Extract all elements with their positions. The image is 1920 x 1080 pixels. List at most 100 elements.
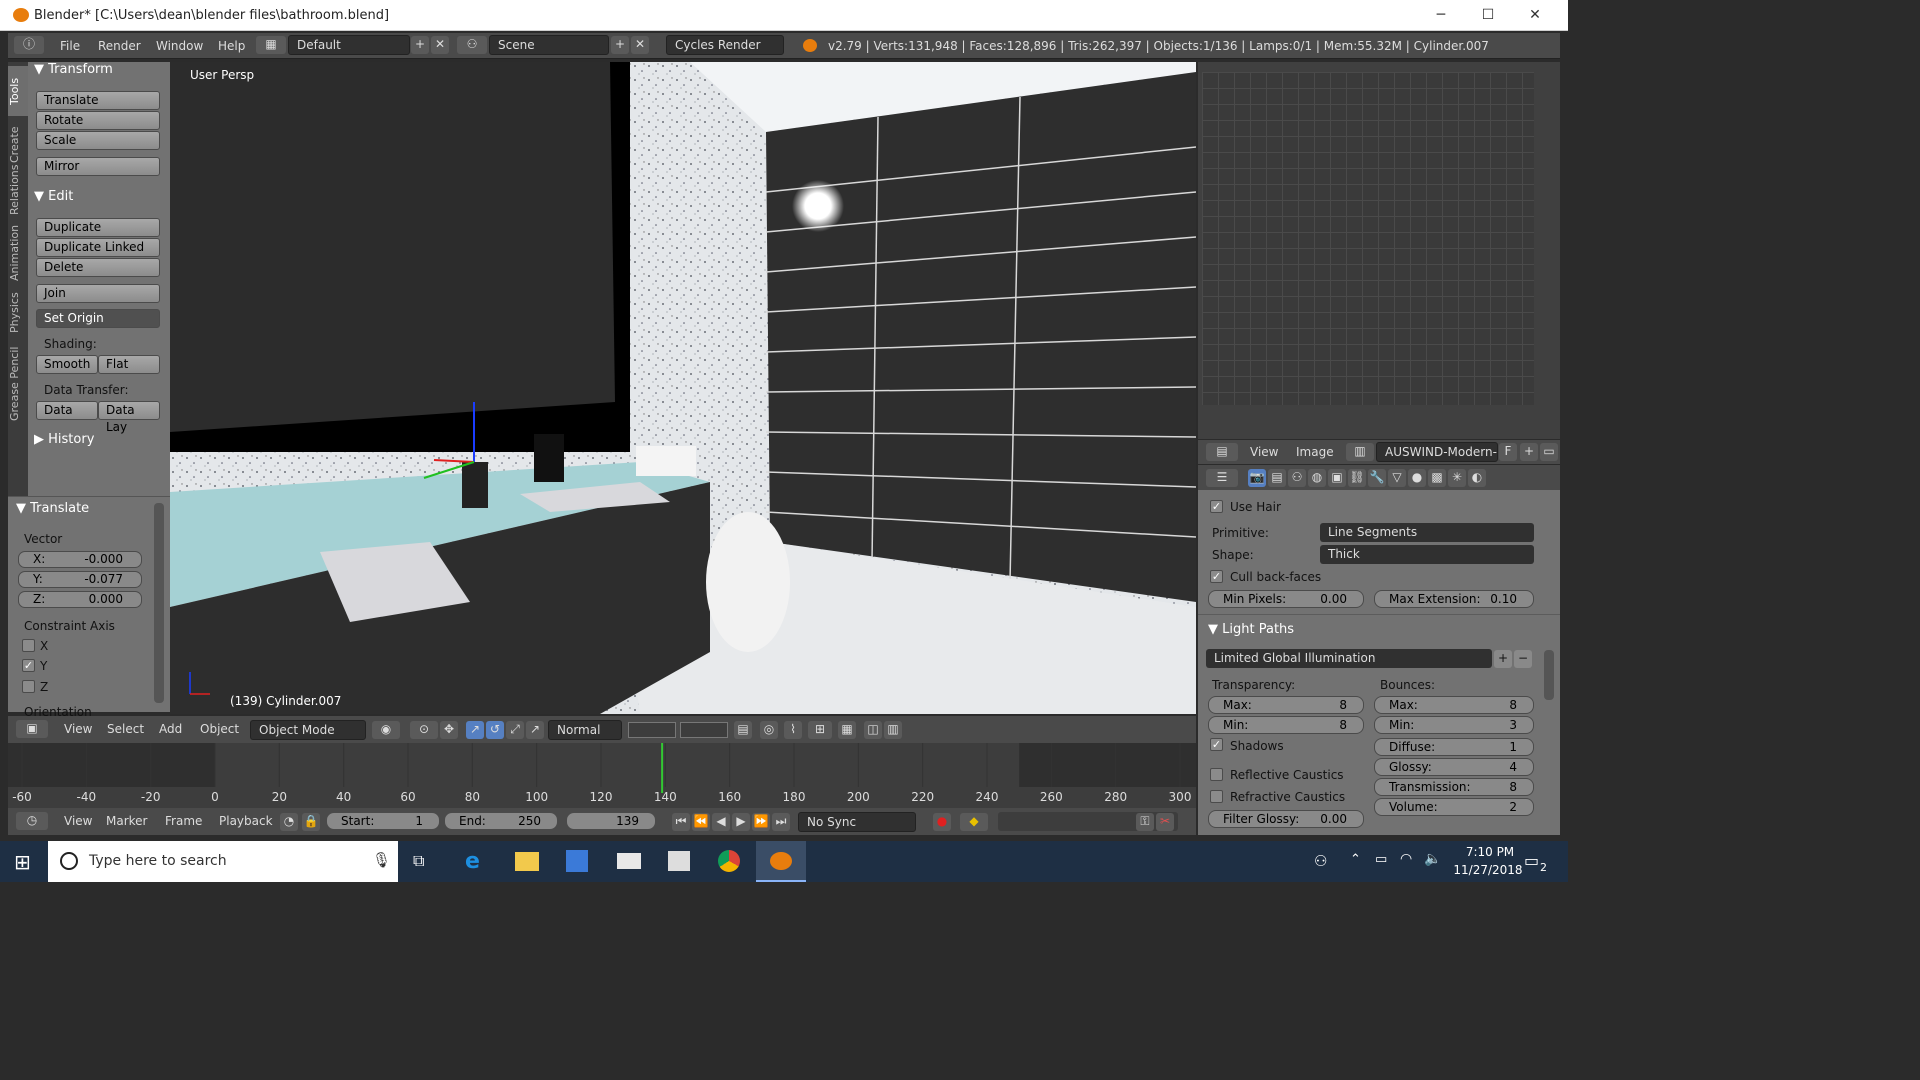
vector-z-field[interactable]: Z: 0.000 <box>18 591 142 608</box>
object-tab-icon[interactable]: ▣ <box>1328 469 1346 487</box>
timeline-area[interactable]: -60 -40 -20 0 20 40 60 80 100 120 140 160 180 200 220 2… <box>8 743 1196 808</box>
prev-keyframe-icon[interactable]: ⏪ <box>692 813 710 831</box>
volume-bounces-field[interactable]: Volume: 2 <box>1374 798 1534 816</box>
history-panel-header[interactable]: ▶ History <box>34 432 94 447</box>
task-view-icon[interactable]: ⧉ <box>413 851 424 871</box>
menu-object[interactable]: Object <box>200 722 239 736</box>
scale-manipulator-icon[interactable]: ⤢ <box>506 721 524 739</box>
volume-icon[interactable]: 🔈 <box>1424 851 1441 867</box>
light-paths-preset-select[interactable]: Limited Global Illumination <box>1206 649 1492 668</box>
menu-view[interactable]: View <box>64 722 92 736</box>
particles-tab-icon[interactable]: ✳ <box>1448 469 1466 487</box>
open-image-icon[interactable]: ▭ <box>1540 443 1558 461</box>
filter-glossy-field[interactable]: Filter Glossy: 0.00 <box>1208 810 1364 828</box>
render-region-icon[interactable]: ▦ <box>838 721 856 739</box>
refractive-caustics-checkbox[interactable] <box>1210 790 1223 803</box>
edit-panel-header[interactable]: ▼ Edit <box>34 189 73 204</box>
duplicate-linked-button[interactable]: Duplicate Linked <box>36 238 160 257</box>
physics-tab-icon[interactable]: ◐ <box>1468 469 1486 487</box>
next-keyframe-icon[interactable]: ⏩ <box>752 813 770 831</box>
battery-icon[interactable]: ▭ <box>1375 852 1387 867</box>
tab-animation[interactable]: Animation <box>8 222 28 284</box>
clock-time[interactable]: 7:10 PM <box>1458 845 1522 859</box>
taskbar-search-box[interactable]: Type here to search 🎙 <box>48 841 398 882</box>
operator-scrollbar[interactable] <box>154 503 164 703</box>
new-image-icon[interactable]: + <box>1520 443 1538 461</box>
show-hidden-icons[interactable]: ⌃ <box>1350 852 1361 867</box>
image-name-field[interactable]: AUSWIND-Modern-... <box>1376 442 1498 462</box>
properties-scrollbar[interactable] <box>1544 650 1554 700</box>
shape-select[interactable]: Thick <box>1320 545 1534 564</box>
light-paths-header[interactable]: ▼ Light Paths <box>1208 622 1294 637</box>
transform-orientation-select[interactable]: Normal <box>548 720 622 740</box>
rotate-button[interactable]: Rotate <box>36 111 160 130</box>
data-button[interactable]: Data <box>36 401 98 420</box>
scene-icon[interactable]: ⚇ <box>457 36 487 54</box>
opengl-animation-icon[interactable]: ▥ <box>884 721 902 739</box>
minimize-button[interactable]: ─ <box>1418 0 1464 31</box>
menu-frame[interactable]: Frame <box>165 814 202 828</box>
layers-grid-1[interactable] <box>628 722 676 738</box>
menu-render[interactable]: Render <box>98 39 141 53</box>
jump-end-icon[interactable]: ⏭ <box>772 813 790 831</box>
mail-icon[interactable] <box>617 853 641 869</box>
clock-date[interactable]: 11/27/2018 <box>1448 863 1528 877</box>
menu-window[interactable]: Window <box>156 39 203 53</box>
menu-image-view[interactable]: View <box>1250 445 1278 459</box>
menu-marker[interactable]: Marker <box>106 814 147 828</box>
tab-tools[interactable]: Tools <box>8 66 28 116</box>
people-icon[interactable]: ⚇ <box>1314 852 1327 870</box>
snap-element-icon[interactable]: ⊞ <box>808 721 832 739</box>
menu-file[interactable]: File <box>60 39 80 53</box>
smooth-button[interactable]: Smooth <box>36 355 98 374</box>
use-hair-checkbox[interactable]: ✓ <box>1210 500 1223 513</box>
constraint-y-checkbox[interactable]: ✓ <box>22 659 35 672</box>
file-explorer-icon[interactable] <box>515 852 539 871</box>
3d-viewport[interactable]: User Persp (139) Cylinder.007 <box>170 62 1196 714</box>
chrome-icon[interactable] <box>718 850 740 872</box>
add-scene-icon[interactable]: + <box>611 36 629 54</box>
render-engine-select[interactable]: Cycles Render <box>666 35 784 55</box>
snap-icon[interactable]: ⌇ <box>784 721 802 739</box>
action-center-icon[interactable]: ▭ <box>1524 851 1539 870</box>
transparency-min-field[interactable]: Min: 8 <box>1208 716 1364 734</box>
record-icon[interactable]: ● <box>933 813 951 831</box>
fake-user-button[interactable]: F <box>1499 443 1517 461</box>
texture-tab-icon[interactable]: ▩ <box>1428 469 1446 487</box>
flat-button[interactable]: Flat <box>98 355 160 374</box>
windows-start-icon[interactable]: ⊞ <box>14 850 31 874</box>
preview-range-icon[interactable]: ◔ <box>280 813 298 831</box>
keying-set-icon[interactable]: ◆ <box>960 813 988 831</box>
bounces-max-field[interactable]: Max: 8 <box>1374 696 1534 714</box>
data-layout-button[interactable]: Data Lay <box>98 401 160 434</box>
layer-toggle-icon[interactable]: ▤ <box>734 721 752 739</box>
browse-image-icon[interactable]: ▥ <box>1346 443 1374 461</box>
store-icon[interactable] <box>566 850 588 872</box>
set-origin-select[interactable]: Set Origin <box>36 309 160 328</box>
properties-editor-icon[interactable]: ☰ <box>1206 469 1238 487</box>
primitive-select[interactable]: Line Segments <box>1320 523 1534 542</box>
menu-timeline-view[interactable]: View <box>64 814 92 828</box>
data-tab-icon[interactable]: ▽ <box>1388 469 1406 487</box>
translate-button[interactable]: Translate <box>36 91 160 110</box>
current-frame-field[interactable]: 139 <box>566 812 656 830</box>
transform-orientation-icon[interactable]: ↗ <box>526 721 544 739</box>
sync-mode-select[interactable]: No Sync <box>798 812 916 832</box>
movies-icon[interactable] <box>668 851 690 871</box>
rotate-manipulator-icon[interactable]: ↺ <box>486 721 504 739</box>
delete-button[interactable]: Delete <box>36 258 160 277</box>
scene-field[interactable]: Scene <box>489 35 609 55</box>
tab-physics[interactable]: Physics <box>8 288 28 338</box>
min-pixels-field[interactable]: Min Pixels: 0.00 <box>1208 590 1364 608</box>
constraint-z-checkbox[interactable] <box>22 680 35 693</box>
material-tab-icon[interactable]: ● <box>1408 469 1426 487</box>
remove-scene-icon[interactable]: ✕ <box>631 36 649 54</box>
edge-browser-icon[interactable]: e <box>465 849 480 874</box>
vector-x-field[interactable]: X: -0.000 <box>18 551 142 568</box>
transmission-bounces-field[interactable]: Transmission: 8 <box>1374 778 1534 796</box>
image-editor-type-icon[interactable]: ▤ <box>1206 443 1238 461</box>
play-icon[interactable]: ▶ <box>732 813 750 831</box>
image-editor[interactable] <box>1198 62 1560 439</box>
tab-relations[interactable]: Relations <box>8 160 28 220</box>
screen-layout-field[interactable]: Default <box>288 35 410 55</box>
